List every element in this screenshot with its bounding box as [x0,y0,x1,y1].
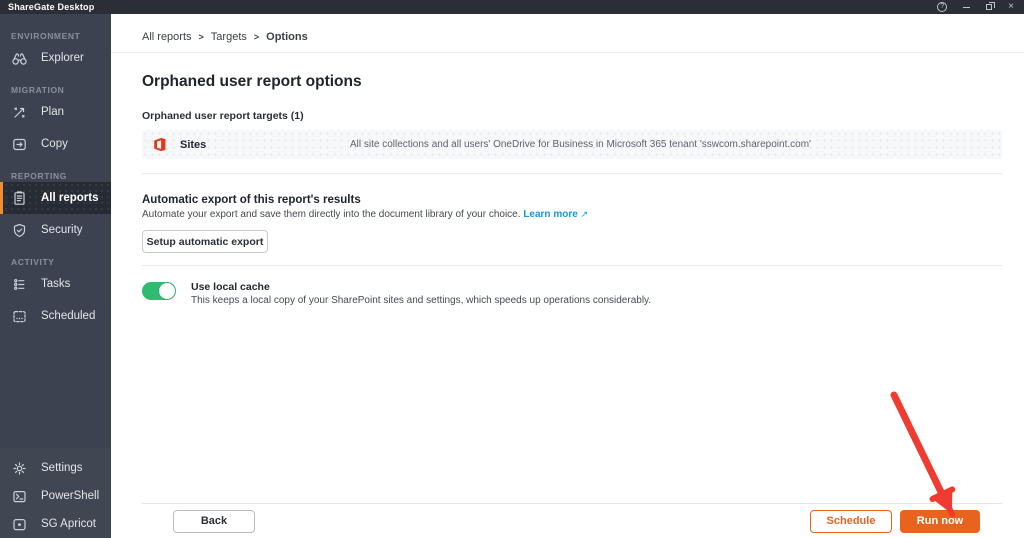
sidebar-nav: ENVIRONMENT Explorer MIGRATION Plan Copy [0,14,111,448]
sidebar-item-label: Security [41,224,83,236]
breadcrumb-all-reports[interactable]: All reports [142,31,192,43]
scheduled-icon [11,308,28,325]
footer-action-bar: Back Schedule Run now [142,503,1002,538]
section-divider [142,173,1002,174]
target-row-sites[interactable]: Sites All site collections and all users… [142,130,1002,159]
local-cache-setting: Use local cache This keeps a local copy … [142,281,1002,306]
sidebar-item-label: All reports [41,192,99,204]
targets-heading: Orphaned user report targets (1) [142,110,1002,122]
sidebar-item-all-reports[interactable]: All reports [0,182,111,214]
local-cache-text: Use local cache This keeps a local copy … [191,281,651,306]
breadcrumb: All reports > Targets > Options [111,14,1024,53]
minimize-icon [963,7,970,8]
target-name-label: Sites [180,139,206,151]
sidebar-item-label: Plan [41,106,64,118]
restore-button[interactable] [986,4,992,10]
toggle-knob [159,283,175,299]
sidebar: ENVIRONMENT Explorer MIGRATION Plan Copy [0,14,111,538]
export-description-text: Automate your export and save them direc… [142,209,521,220]
sidebar-item-label: Explorer [41,52,84,64]
breadcrumb-separator: > [199,32,204,42]
back-button[interactable]: Back [173,510,255,533]
sidebar-item-tasks[interactable]: Tasks [0,268,111,300]
sidebar-item-security[interactable]: Security [0,214,111,246]
task-list-icon [11,276,28,293]
apricot-icon [11,516,28,533]
restore-icon [986,4,992,10]
breadcrumb-options: Options [266,31,308,43]
export-heading: Automatic export of this report's result… [142,194,1002,206]
sidebar-item-label: Tasks [41,278,70,290]
help-icon: ? [937,2,947,12]
section-divider [142,265,1002,266]
main-content: All reports > Targets > Options Orphaned… [111,14,1024,538]
breadcrumb-targets[interactable]: Targets [211,31,247,43]
sidebar-item-plan[interactable]: Plan [0,96,111,128]
local-cache-toggle[interactable] [142,282,176,300]
office365-icon [152,137,167,152]
minimize-button[interactable] [963,7,970,8]
app-title: ShareGate Desktop [0,2,94,12]
breadcrumb-separator: > [254,32,259,42]
schedule-button[interactable]: Schedule [810,510,892,533]
learn-more-link[interactable]: Learn more [523,209,577,220]
window-titlebar: ShareGate Desktop ? × [0,0,1024,14]
sidebar-item-label: PowerShell [41,490,99,502]
gear-icon [11,460,28,477]
shield-icon [11,222,28,239]
sidebar-item-label: Settings [41,462,83,474]
plan-arrows-icon [11,104,28,121]
close-button[interactable]: × [1008,0,1014,14]
local-cache-title: Use local cache [191,281,651,293]
sidebar-item-label: SG Apricot [41,518,96,530]
sidebar-item-explorer[interactable]: Explorer [0,42,111,74]
external-link-icon: ↗ [581,209,589,219]
sidebar-item-label: Copy [41,138,68,150]
sidebar-item-scheduled[interactable]: Scheduled [0,300,111,332]
section-label-environment: ENVIRONMENT [11,31,111,41]
sidebar-item-settings[interactable]: Settings [0,454,111,482]
window-controls: ? × [937,0,1024,14]
report-clipboard-icon [11,190,28,207]
footer-right-buttons: Schedule Run now [810,510,980,533]
page-title: Orphaned user report options [142,73,1002,91]
sidebar-item-sg-apricot[interactable]: SG Apricot [0,510,111,538]
sidebar-item-copy[interactable]: Copy [0,128,111,160]
export-description: Automate your export and save them direc… [142,209,1002,220]
sidebar-footer: Settings PowerShell ↗ SG Apricot [0,448,111,538]
run-now-button[interactable]: Run now [900,510,980,533]
section-label-activity: ACTIVITY [11,257,111,267]
setup-automatic-export-button[interactable]: Setup automatic export [142,230,268,253]
target-description: All site collections and all users' OneD… [350,139,811,150]
sidebar-item-label: Scheduled [41,310,95,322]
section-label-reporting: REPORTING [11,171,111,181]
local-cache-description: This keeps a local copy of your SharePoi… [191,295,651,306]
powershell-icon [11,488,28,505]
copy-icon [11,136,28,153]
target-name: Sites [152,137,350,152]
help-button[interactable]: ? [937,2,947,12]
binoculars-icon [11,50,28,67]
section-label-migration: MIGRATION [11,85,111,95]
content-body: Orphaned user report options Orphaned us… [111,53,1024,538]
sidebar-item-powershell[interactable]: PowerShell ↗ [0,482,111,510]
